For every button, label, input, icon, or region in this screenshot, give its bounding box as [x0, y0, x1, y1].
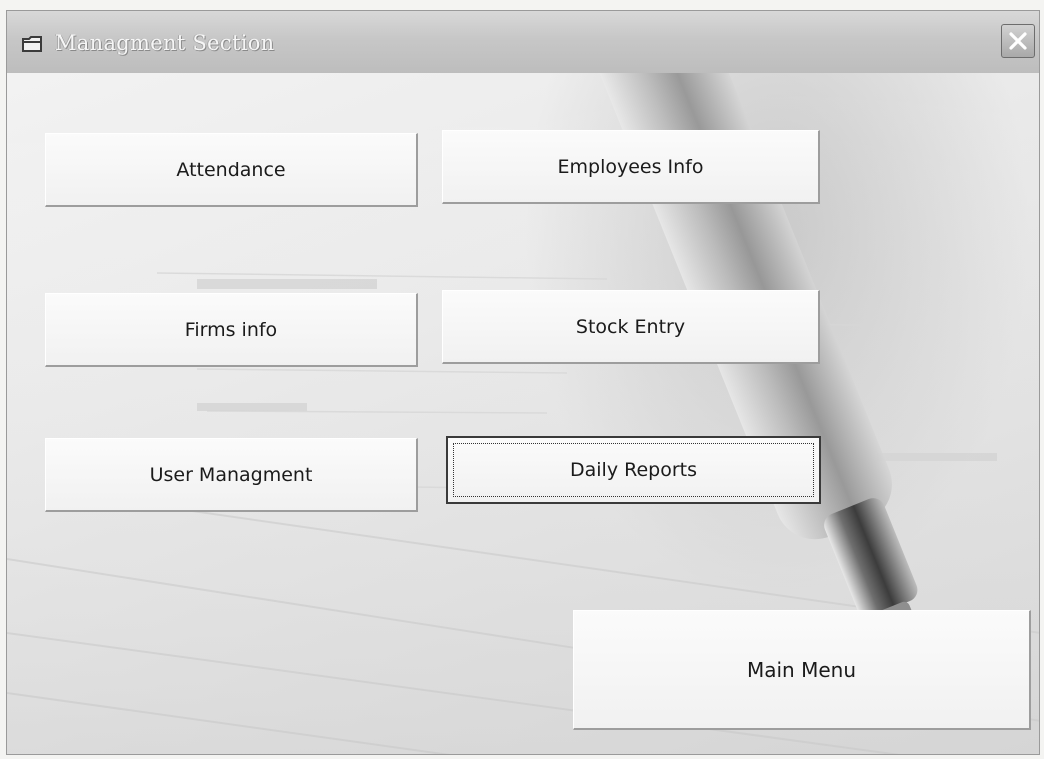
user-managment-button[interactable]: User Managment — [45, 438, 418, 512]
close-button[interactable] — [1001, 24, 1035, 58]
management-window: Managment Section Attendance Employees I… — [6, 10, 1040, 755]
client-area: Attendance Employees Info Firms info Sto… — [7, 73, 1039, 754]
title-bar[interactable]: Managment Section — [7, 11, 1039, 74]
employees-info-label: Employees Info — [557, 155, 704, 178]
main-menu-label: Main Menu — [746, 657, 856, 682]
firms-info-button[interactable]: Firms info — [45, 293, 418, 367]
main-menu-button[interactable]: Main Menu — [573, 610, 1031, 730]
daily-reports-button[interactable]: Daily Reports — [446, 436, 821, 504]
close-icon — [1009, 32, 1027, 50]
window-icon — [21, 35, 43, 53]
employees-info-button[interactable]: Employees Info — [442, 130, 820, 204]
stock-entry-button[interactable]: Stock Entry — [442, 290, 820, 364]
user-managment-label: User Managment — [149, 463, 313, 486]
attendance-label: Attendance — [176, 158, 286, 181]
daily-reports-label: Daily Reports — [570, 459, 697, 481]
window-title: Managment Section — [55, 31, 275, 55]
stock-entry-label: Stock Entry — [575, 315, 686, 338]
firms-info-label: Firms info — [184, 318, 278, 341]
attendance-button[interactable]: Attendance — [45, 133, 418, 207]
